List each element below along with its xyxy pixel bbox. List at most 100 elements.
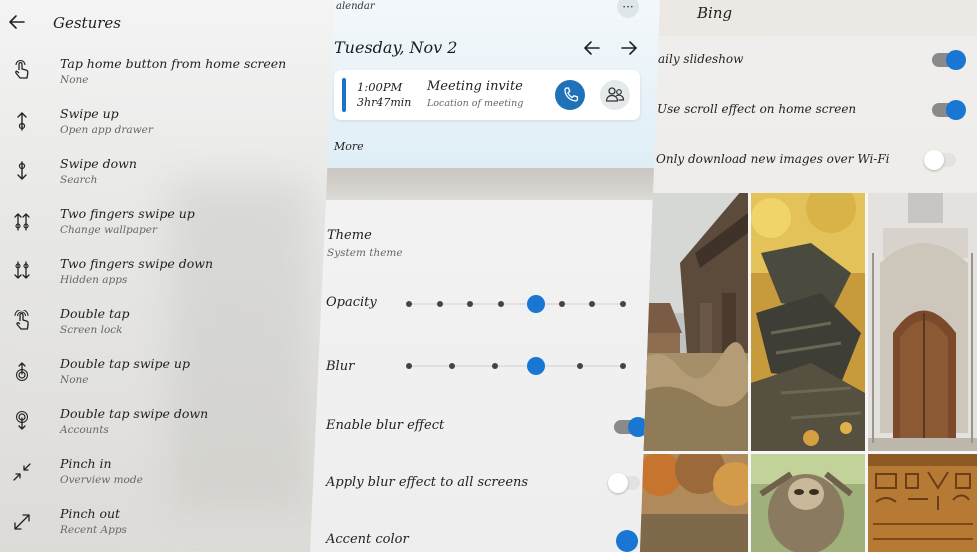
toggle-knob [946,100,966,120]
gesture-value: Overview mode [60,474,143,486]
event-time: 1:00PM [357,80,403,94]
enable-blur-label: Enable blur effect [326,418,445,433]
gesture-value: None [60,374,89,386]
hand-tap-icon [15,60,29,79]
gesture-label: Pinch in [60,456,112,471]
bing-header: Bing [640,0,977,36]
more-options-icon[interactable]: ··· [617,0,639,18]
slider-step-dot [406,363,412,369]
wallpaper-thumbnail[interactable] [751,454,865,552]
scroll-effect-label: Use scroll effect on home screen [657,102,857,116]
slider-step-dot [589,301,596,307]
slider-step-dot [467,301,474,307]
wallpaper-thumbnail[interactable] [640,193,748,451]
sloth-image [751,454,865,552]
apply-blur-label: Apply blur effect to all screens [326,475,529,490]
wallpaper-thumbnail[interactable] [640,454,748,552]
slider-step-dot [406,301,412,307]
pinch-out-icon [14,514,30,530]
theme-value: System theme [327,247,403,259]
swipe-down-icon [17,161,27,180]
blur-slider[interactable] [406,357,626,375]
page-title: Gestures [53,14,121,32]
event-title: Meeting invite [427,79,523,94]
opacity-slider[interactable] [406,295,626,313]
slider-step-dot [558,301,565,307]
gesture-value: Screen lock [60,324,123,336]
gesture-item-pinch-in[interactable]: Pinch in Overview mode [0,452,335,502]
gesture-item-double-tap[interactable]: Double tap Screen lock [0,302,335,352]
arrow-left-icon[interactable] [582,38,602,58]
daily-slideshow-toggle[interactable] [932,50,966,70]
opacity-label: Opacity [326,295,377,310]
accent-color-swatch[interactable] [616,530,638,552]
event-location: Location of meeting [427,98,524,109]
ornate-door-image [868,193,977,451]
gesture-value: Search [60,174,98,186]
slider-thumb[interactable] [527,295,546,313]
two-finger-swipe-down-icon [14,261,30,279]
back-arrow-icon[interactable] [6,11,28,33]
bing-panel: Bing aily slideshow Use scroll effect on… [640,0,977,552]
double-tap-swipe-up-icon [16,362,28,381]
slider-step-dot [620,301,626,307]
slider-step-dot [497,301,504,307]
gesture-value: None [60,74,89,86]
autumn-steps-image [751,193,865,451]
wallpaper-thumbnail[interactable] [751,193,865,451]
gesture-label: Swipe up [60,106,119,121]
more-link[interactable]: More [334,140,364,153]
double-tap-swipe-down-icon [16,411,28,430]
gesture-item-pinch-out[interactable]: Pinch out Recent Apps [0,502,335,552]
slider-step-dot [577,363,584,369]
gesture-label: Tap home button from home screen [60,56,287,71]
slider-thumb[interactable] [527,357,546,375]
calendar-date: Tuesday, Nov 2 [334,38,458,57]
gesture-item-swipe-down[interactable]: Swipe down Search [0,152,335,202]
toggle-knob [608,473,628,493]
barn-image [640,193,748,451]
gesture-item-two-finger-swipe-down[interactable]: Two fingers swipe down Hidden apps [0,252,335,302]
calendar-app-label: alendar [336,1,375,12]
gesture-item-tap-home[interactable]: Tap home button from home screen None [0,52,335,102]
wallpaper-thumbnail[interactable] [868,193,977,451]
gesture-label: Swipe down [60,156,137,171]
call-button[interactable] [555,80,585,110]
arrow-right-icon[interactable] [619,38,639,58]
people-icon [605,87,625,102]
gesture-item-swipe-up[interactable]: Swipe up Open app drawer [0,102,335,152]
gesture-value: Accounts [60,424,109,436]
wallpaper-thumbnail[interactable] [868,454,977,552]
attendees-button[interactable] [600,80,630,110]
event-color-bar [342,78,346,112]
autumn-forest-image [640,454,748,552]
settings-panel: alendar ··· Tuesday, Nov 2 1:00PM 3hr47m… [310,0,670,552]
slider-step-dot [436,301,443,307]
accent-color-label: Accent color [326,532,409,547]
gesture-value: Recent Apps [60,524,127,536]
daily-slideshow-label: aily slideshow [658,52,744,66]
gesture-label: Double tap [60,306,130,321]
scroll-effect-toggle[interactable] [932,100,966,120]
wallpaper-grid [640,193,977,552]
gesture-value: Change wallpaper [60,224,157,236]
hieroglyph-wall-image [868,454,977,552]
gesture-label: Two fingers swipe up [60,206,195,221]
apply-blur-toggle[interactable] [608,473,640,493]
enable-blur-toggle[interactable] [614,417,648,437]
gesture-item-double-tap-swipe-up[interactable]: Double tap swipe up None [0,352,335,402]
theme-setting[interactable]: Theme [327,228,372,243]
toggle-knob [924,150,944,170]
slider-step-dot [620,363,626,369]
gesture-item-double-tap-swipe-down[interactable]: Double tap swipe down Accounts [0,402,335,452]
double-tap-icon [14,310,29,330]
gesture-value: Hidden apps [60,274,128,286]
gesture-label: Two fingers swipe down [60,256,214,271]
wifi-only-toggle[interactable] [924,150,956,170]
gesture-label: Pinch out [60,506,121,521]
wifi-only-label: Only download new images over Wi-Fi [656,152,890,166]
two-finger-swipe-up-icon [14,213,30,231]
gesture-item-two-finger-swipe-up[interactable]: Two fingers swipe up Change wallpaper [0,202,335,252]
calendar-event-card[interactable]: 1:00PM 3hr47min Meeting invite Location … [334,70,640,120]
pinch-in-icon [13,463,31,481]
